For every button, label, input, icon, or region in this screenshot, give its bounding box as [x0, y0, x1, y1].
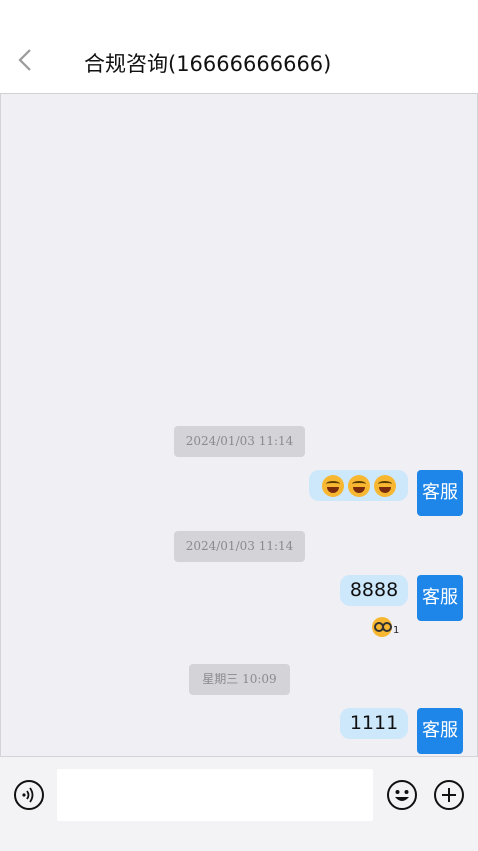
voice-icon[interactable]: [13, 779, 45, 811]
joy-icon: [347, 474, 370, 497]
input-bar: [0, 756, 478, 851]
message-reaction[interactable]: 1: [372, 617, 399, 637]
smiley-icon[interactable]: [386, 779, 418, 811]
nerd-face-icon: [372, 617, 392, 637]
plus-icon[interactable]: [433, 779, 465, 811]
joy-icon: [373, 474, 396, 497]
back-arrow-icon[interactable]: [12, 46, 40, 74]
avatar[interactable]: 客服: [417, 708, 463, 754]
avatar[interactable]: 客服: [417, 575, 463, 621]
reaction-count: 1: [393, 625, 400, 636]
joy-icon: [321, 474, 344, 497]
header-bar: 合规咨询(16666666666): [0, 0, 478, 94]
timestamp: 2024/01/03 11:14: [174, 531, 305, 562]
message-bubble[interactable]: [309, 470, 408, 501]
timestamp: 星期三 10:09: [189, 664, 290, 695]
message-input[interactable]: [57, 769, 373, 821]
avatar[interactable]: 客服: [417, 470, 463, 516]
chat-area[interactable]: 2024/01/03 11:14 客服 2024/01/03 11:14 888…: [0, 94, 478, 756]
timestamp: 2024/01/03 11:14: [174, 426, 305, 457]
message-bubble[interactable]: 1111: [340, 708, 408, 739]
page-title: 合规咨询(16666666666): [84, 52, 332, 76]
message-bubble[interactable]: 8888: [340, 575, 408, 606]
